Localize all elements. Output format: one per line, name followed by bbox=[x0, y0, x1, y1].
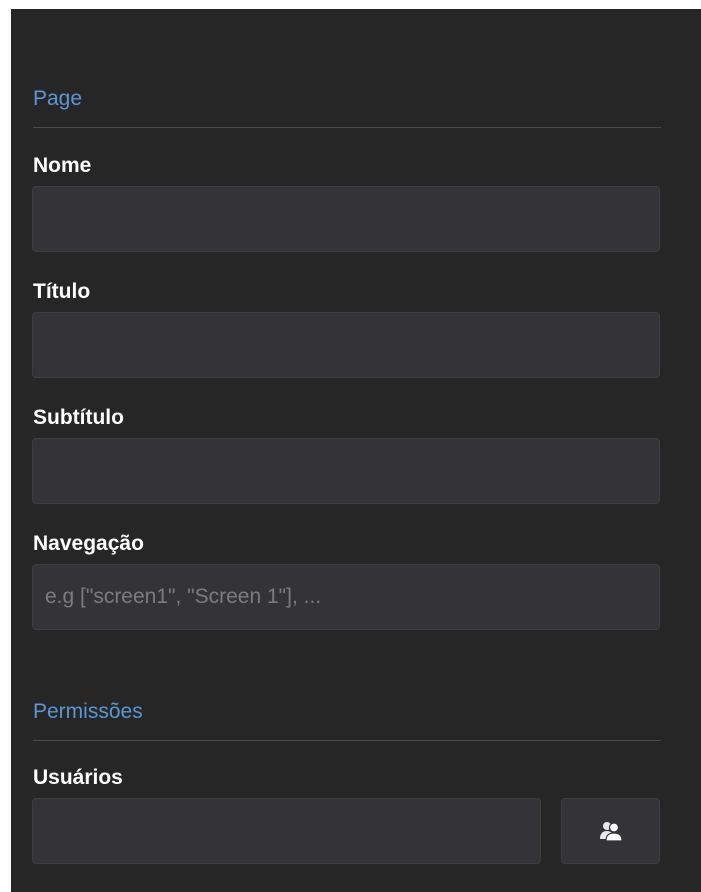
navegacao-label: Navegação bbox=[33, 532, 144, 555]
subtitulo-label: Subtítulo bbox=[33, 406, 124, 429]
section-title-page: Page bbox=[33, 87, 83, 110]
section-title-permissoes: Permissões bbox=[33, 700, 143, 723]
users-icon bbox=[599, 820, 623, 842]
section-divider bbox=[33, 127, 661, 128]
usuarios-input[interactable] bbox=[32, 798, 541, 864]
nome-label: Nome bbox=[33, 154, 92, 177]
select-users-button[interactable] bbox=[561, 798, 660, 864]
titulo-label: Título bbox=[33, 280, 91, 303]
subtitulo-input[interactable] bbox=[32, 438, 660, 504]
section-divider bbox=[33, 740, 661, 741]
titulo-input[interactable] bbox=[32, 312, 660, 378]
navegacao-input[interactable] bbox=[32, 564, 660, 630]
usuarios-label: Usuários bbox=[33, 766, 123, 789]
nome-input[interactable] bbox=[32, 186, 660, 252]
properties-panel: Page Nome Título Subtítulo Navegação Per… bbox=[11, 9, 701, 892]
